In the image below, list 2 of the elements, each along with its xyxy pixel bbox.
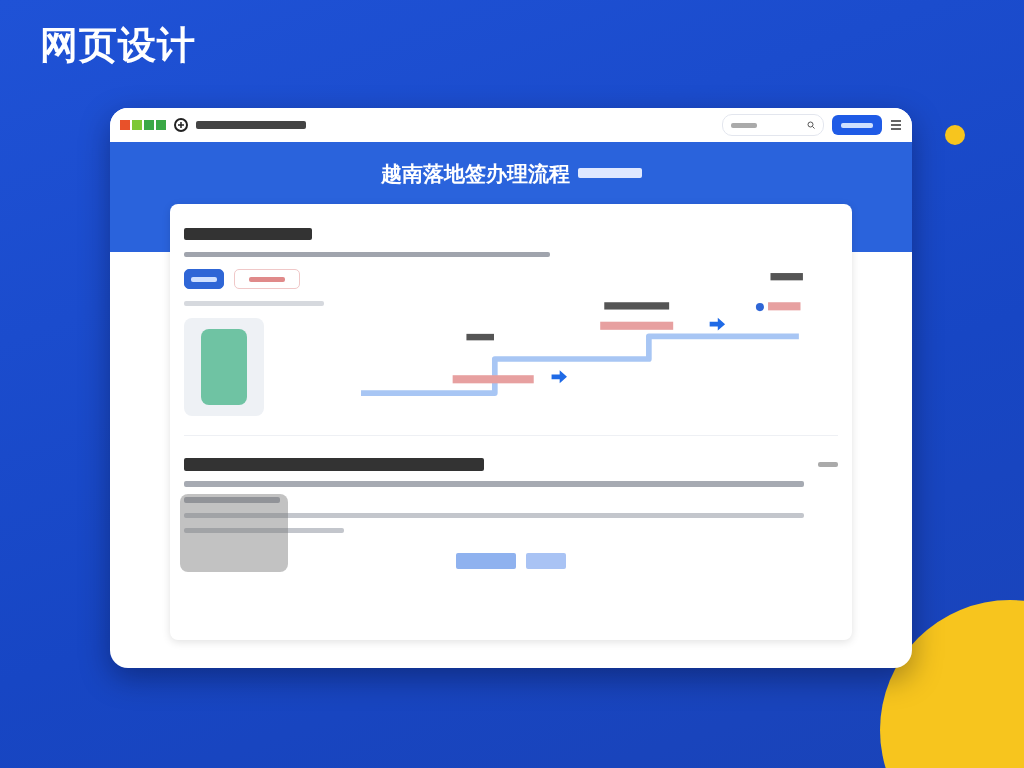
hero-title: 越南落地签办理流程: [380, 161, 570, 186]
page-title: 网页设计: [40, 22, 196, 69]
